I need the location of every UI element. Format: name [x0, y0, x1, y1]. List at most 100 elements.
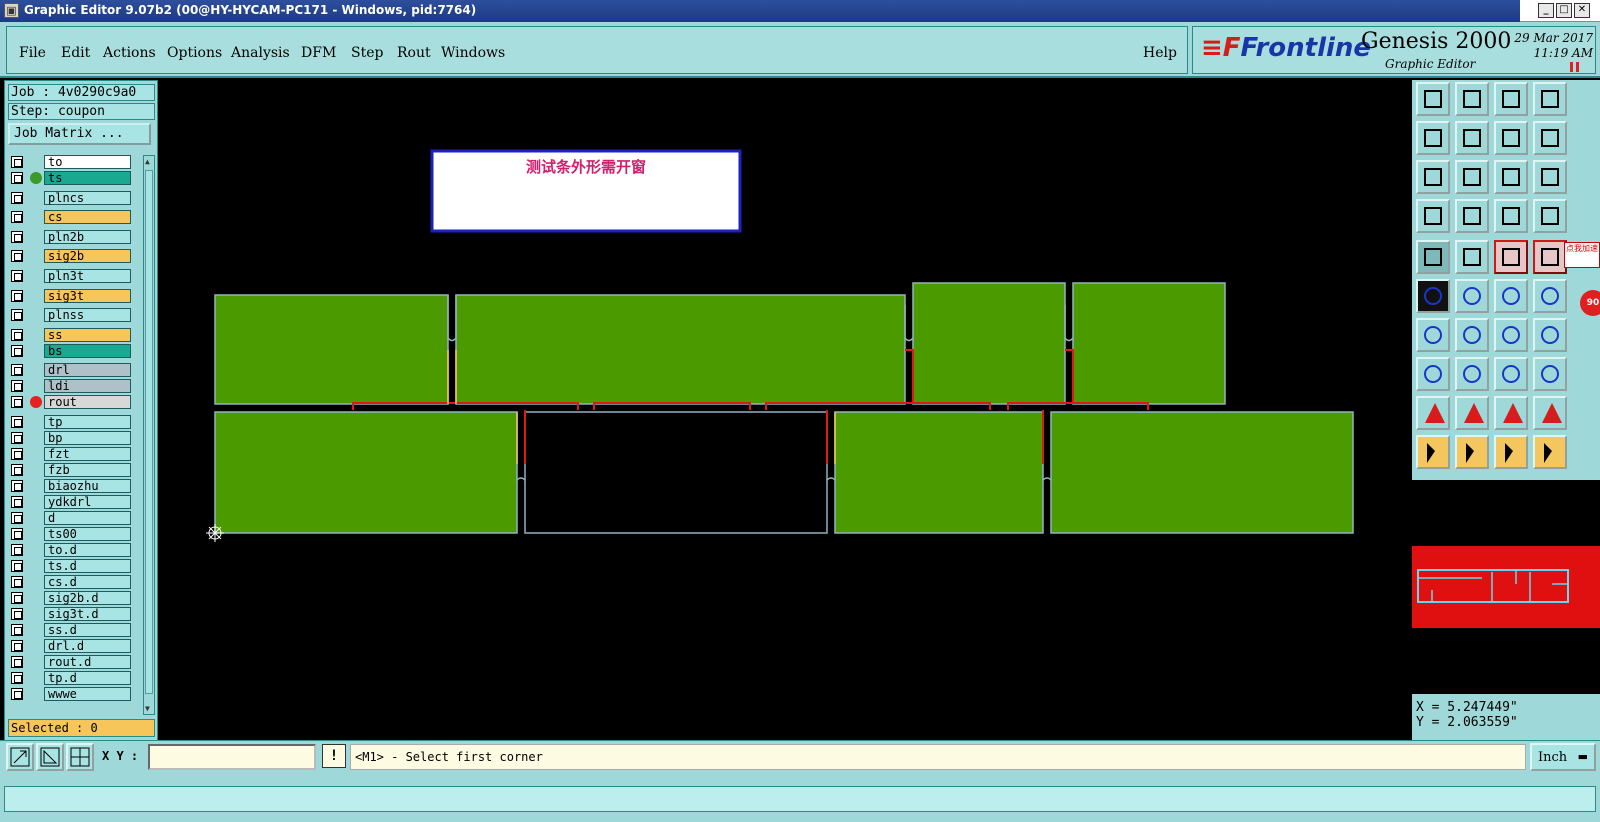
menu-options[interactable]: Options: [167, 45, 222, 61]
align-tool-button[interactable]: [1494, 357, 1528, 391]
layer-row[interactable]: ts.d: [8, 559, 133, 573]
layer-checkbox[interactable]: [11, 416, 23, 428]
layer-checkbox[interactable]: [11, 328, 23, 341]
close-button[interactable]: ✕: [1574, 3, 1590, 18]
layer-row[interactable]: ss: [8, 327, 133, 342]
ruler-tool-button[interactable]: [1494, 240, 1528, 274]
coupon-panel[interactable]: [455, 294, 906, 405]
coupon-panel[interactable]: [1072, 282, 1226, 405]
pad-add-tool-button[interactable]: [1455, 318, 1489, 352]
pan-left-tool-button[interactable]: [1416, 121, 1450, 155]
layer-row[interactable]: biaozhu: [8, 479, 133, 493]
layer-checkbox[interactable]: [11, 191, 23, 204]
layer-checkbox[interactable]: [11, 396, 23, 409]
menu-help[interactable]: Help: [1143, 45, 1177, 61]
coupon-panel[interactable]: [214, 411, 518, 534]
film-tool-button[interactable]: [1416, 240, 1450, 274]
grid-display-tool-button[interactable]: [1455, 199, 1489, 233]
layer-checkbox[interactable]: [11, 432, 23, 444]
measure-d-tool-button[interactable]: [1533, 396, 1567, 430]
layer-checkbox[interactable]: [11, 172, 23, 184]
layer-checkbox[interactable]: [11, 289, 23, 302]
zoom-fit-tool-button[interactable]: [1416, 160, 1450, 194]
accelerator-badge[interactable]: 点我加速: [1564, 242, 1600, 268]
menu-analysis[interactable]: Analysis: [231, 45, 290, 61]
coupon-panel[interactable]: [1050, 411, 1354, 534]
layer-checkbox[interactable]: [11, 624, 23, 636]
line-edit-tool-button[interactable]: [1455, 357, 1489, 391]
coupon-panel[interactable]: [912, 282, 1066, 405]
layer-row[interactable]: drl: [8, 363, 133, 378]
zoom-window-tool-button[interactable]: [1533, 82, 1567, 116]
layer-row[interactable]: to: [8, 155, 133, 169]
layer-row[interactable]: plncs: [8, 190, 133, 205]
layer-checkbox[interactable]: [11, 640, 23, 652]
layer-checkbox[interactable]: [11, 156, 23, 168]
xy-input[interactable]: [148, 744, 316, 770]
layer-select-tool-button[interactable]: [1533, 199, 1567, 233]
layer-checkbox[interactable]: [11, 560, 23, 572]
snap-tool-button[interactable]: [1416, 199, 1450, 233]
layer-row[interactable]: cs: [8, 210, 133, 225]
pointer-tool-button[interactable]: [1416, 435, 1450, 469]
layer-checkbox[interactable]: [11, 364, 23, 377]
layer-row[interactable]: sig3t.d: [8, 607, 133, 621]
layer-row[interactable]: rout.d: [8, 655, 133, 669]
move-tool-button[interactable]: [1494, 279, 1528, 313]
layer-checkbox[interactable]: [11, 380, 23, 393]
minimap-drawing[interactable]: [1412, 480, 1600, 692]
layer-checkbox[interactable]: [11, 230, 23, 243]
pause-icon[interactable]: [1570, 62, 1582, 72]
undo-tool-button[interactable]: [1494, 318, 1528, 352]
layer-compare-tool-button[interactable]: [1494, 199, 1528, 233]
maximize-button[interactable]: □: [1556, 3, 1572, 18]
layer-checkbox[interactable]: [11, 608, 23, 620]
menu-edit[interactable]: Edit: [61, 45, 90, 61]
center-tool-button[interactable]: [1455, 160, 1489, 194]
layer-checkbox[interactable]: [11, 448, 23, 460]
ruler-alt-tool-button[interactable]: [1533, 240, 1567, 274]
layer-checkbox[interactable]: [11, 688, 23, 700]
layer-checkbox[interactable]: [11, 576, 23, 588]
features-tool-button[interactable]: [1533, 357, 1567, 391]
empty-panel[interactable]: [524, 411, 828, 534]
layer-row[interactable]: fzb: [8, 463, 133, 477]
layer-checkbox[interactable]: [11, 250, 23, 263]
measure-a-tool-button[interactable]: [1416, 396, 1450, 430]
pointer-box-tool-button[interactable]: [1455, 435, 1489, 469]
minimap[interactable]: [1412, 480, 1600, 692]
connections-tool-button[interactable]: [1533, 435, 1567, 469]
layer-row[interactable]: wwwe: [8, 687, 133, 701]
menu-windows[interactable]: Windows: [441, 45, 505, 61]
minimize-button[interactable]: _: [1538, 3, 1554, 18]
layer-checkbox[interactable]: [11, 211, 23, 224]
layer-checkbox[interactable]: [11, 270, 23, 282]
layer-row[interactable]: d: [8, 511, 133, 525]
home-tool-button[interactable]: [1494, 82, 1528, 116]
zoom-out-tool-button[interactable]: [1455, 82, 1489, 116]
layer-checkbox[interactable]: [11, 464, 23, 476]
layer-row[interactable]: ldi: [8, 379, 133, 394]
zoom-box-button[interactable]: [6, 743, 34, 771]
layer-row[interactable]: drl.d: [8, 639, 133, 653]
coupon-panel[interactable]: [834, 411, 1044, 534]
layer-checkbox[interactable]: [11, 344, 23, 357]
scale-1-2-tool-button[interactable]: [1494, 160, 1528, 194]
layer-row[interactable]: ydkdrl: [8, 495, 133, 509]
zoom-home-tool-button[interactable]: [1416, 82, 1450, 116]
layer-row[interactable]: tp.d: [8, 671, 133, 685]
menu-actions[interactable]: Actions: [103, 45, 156, 61]
menu-rout[interactable]: Rout: [397, 45, 431, 61]
pointer-poly-tool-button[interactable]: [1494, 435, 1528, 469]
coupon-panel[interactable]: [214, 294, 449, 405]
menu-dfm[interactable]: DFM: [301, 45, 336, 61]
layer-row[interactable]: pln2b: [8, 229, 133, 244]
layer-row[interactable]: sig2b: [8, 249, 133, 264]
layer-checkbox[interactable]: [11, 528, 23, 540]
graphic-canvas[interactable]: 测试条外形需开窗: [158, 80, 1412, 740]
copy-tool-button[interactable]: [1533, 279, 1567, 313]
job-matrix-button[interactable]: Job Matrix ...: [8, 123, 151, 145]
pan-right-tool-button[interactable]: [1455, 121, 1489, 155]
unit-select[interactable]: Inch ▬: [1530, 743, 1596, 771]
grid-button[interactable]: [66, 743, 94, 771]
